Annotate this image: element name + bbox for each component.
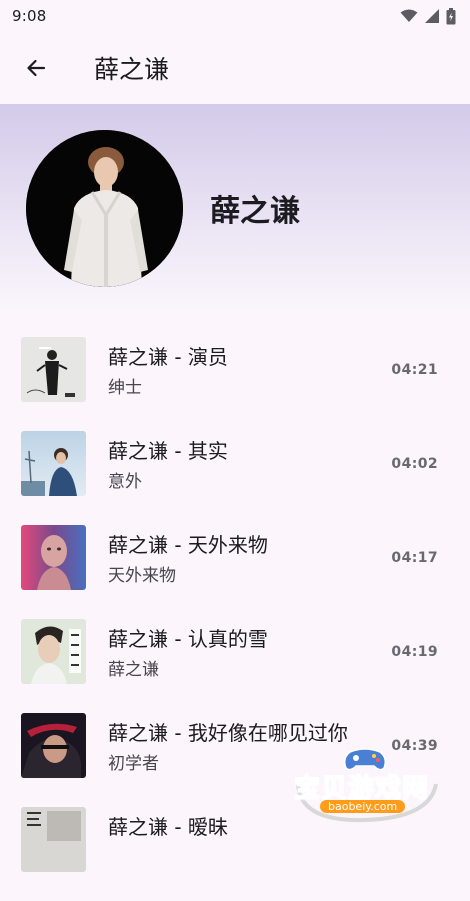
artist-header: 薛之谦 <box>0 104 470 313</box>
app-bar: 薛之谦 <box>0 32 470 104</box>
song-row[interactable]: 薛之谦 - 认真的雪 薛之谦 04:19 <box>0 619 470 713</box>
wifi-icon <box>400 9 418 22</box>
back-button[interactable] <box>12 44 60 92</box>
song-duration: 04:19 <box>391 644 438 660</box>
song-title: 薛之谦 - 我好像在哪见过你 <box>108 721 348 745</box>
song-duration: 04:21 <box>391 362 438 378</box>
arrow-left-icon <box>27 59 46 77</box>
album-cover <box>21 525 86 590</box>
song-title: 薛之谦 - 其实 <box>108 439 228 463</box>
artist-avatar <box>26 130 183 287</box>
album-cover <box>21 619 86 684</box>
signal-icon <box>425 9 439 23</box>
album-cover <box>21 713 86 778</box>
song-duration: 04:02 <box>391 456 438 472</box>
song-album: 绅士 <box>108 378 142 398</box>
album-cover <box>21 807 86 872</box>
page-title: 薛之谦 <box>94 55 170 84</box>
song-title: 薛之谦 - 认真的雪 <box>108 627 268 651</box>
watermark-url: baobeiy.com <box>320 800 406 813</box>
song-album: 初学者 <box>108 754 159 774</box>
song-duration: 04:17 <box>391 550 438 566</box>
album-cover <box>21 431 86 496</box>
song-title: 薛之谦 - 天外来物 <box>108 533 268 557</box>
song-row[interactable]: 薛之谦 - 演员 绅士 04:21 <box>0 337 470 431</box>
song-album: 薛之谦 <box>108 660 159 680</box>
song-title: 薛之谦 - 演员 <box>108 345 228 369</box>
status-time: 9:08 <box>12 7 47 25</box>
status-bar: 9:08 <box>0 0 470 32</box>
status-icons <box>400 7 456 25</box>
song-album: 天外来物 <box>108 566 176 586</box>
artist-name: 薛之谦 <box>210 194 300 229</box>
battery-icon <box>446 7 456 24</box>
song-row[interactable]: 薛之谦 - 其实 意外 04:02 <box>0 431 470 525</box>
album-cover <box>21 337 86 402</box>
song-row[interactable]: 薛之谦 - 天外来物 天外来物 04:17 <box>0 525 470 619</box>
song-album: 意外 <box>108 472 142 492</box>
watermark: 宝贝游戏网 baobeiy.com <box>290 744 440 824</box>
